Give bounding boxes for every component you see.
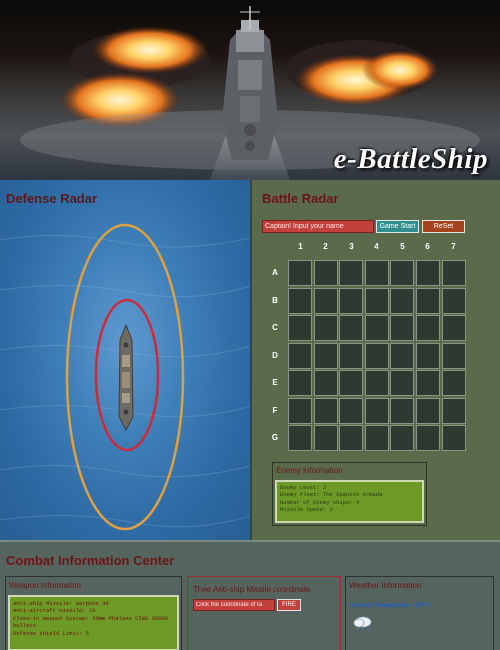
weapon-information-title: Weapon Information: [9, 581, 81, 590]
grid-cell-E5[interactable]: [390, 370, 415, 396]
weather-information-title: Weather Information: [349, 581, 422, 590]
grid-row-label: B: [272, 296, 278, 305]
grid-column-label: 4: [374, 242, 379, 251]
grid-cell-E2[interactable]: [313, 370, 338, 396]
grid-cell-D2[interactable]: [313, 342, 338, 369]
grid-cell-F7[interactable]: [441, 397, 466, 424]
current-temperature: Current Temperature: -4.0°C: [350, 603, 430, 609]
weapon-info-line: bullets: [13, 622, 37, 630]
grid-cell-C6[interactable]: [416, 315, 440, 341]
combat-information-center: Combat Information Center Weapon Informa…: [0, 540, 500, 650]
grid-cell-F1[interactable]: [288, 397, 312, 424]
grid-cell-D1[interactable]: [288, 342, 312, 369]
enemy-information-title: Enemy information: [276, 466, 343, 475]
defense-radar-display: [0, 223, 250, 531]
grid-cell-F2[interactable]: [313, 397, 338, 424]
header-banner: e-BattleShip: [0, 0, 500, 180]
grid-cell-B2[interactable]: [313, 287, 338, 314]
reset-button[interactable]: ReSet: [422, 220, 465, 233]
enemy-info-line: Number of Enemy ships: 4: [280, 498, 360, 506]
missile-coordinate-panel: Thee Anti-ship Missile coordinate FIRE: [187, 576, 341, 650]
weapon-information-panel: Weapon Information Anti-ship Missile: Ha…: [5, 576, 182, 650]
enemy-info-line: Enemy Level: 2: [280, 484, 327, 491]
grid-row-label: A: [272, 268, 278, 277]
grid-row-label: E: [272, 378, 278, 387]
grid-cell-A5[interactable]: [390, 260, 415, 286]
weapon-info-line: Anti-aircraft missile: 20: [13, 607, 96, 615]
weapon-info-line: Defense shield Limit: 5: [13, 629, 89, 637]
missile-coordinate-input[interactable]: [193, 599, 275, 611]
grid-cell-B7[interactable]: [441, 287, 466, 314]
cic-title: Combat Information Center: [6, 553, 175, 568]
enemy-information-text: Enemy Level: 2 Enemy Fleet: The Spanish …: [275, 480, 424, 523]
weapon-information-text: Anti-ship Missile: Harpoon 30 Anti-aircr…: [8, 595, 179, 650]
own-battleship-icon: [118, 323, 134, 432]
grid-row-label: C: [272, 323, 278, 332]
grid-cell-E1[interactable]: [288, 370, 312, 396]
game-title: e-BattleShip: [333, 143, 488, 175]
grid-cell-A6[interactable]: [416, 260, 440, 286]
grid-cell-A1[interactable]: [288, 260, 312, 286]
grid-cell-D4[interactable]: [364, 342, 389, 369]
grid-column-label: 1: [298, 242, 303, 251]
grid-cell-D6[interactable]: [416, 342, 440, 369]
grid-cell-C4[interactable]: [364, 315, 389, 341]
weather-information-panel: Weather Information Current Temperature:…: [345, 576, 494, 650]
grid-cell-G5[interactable]: [390, 425, 415, 451]
grid-cell-C2[interactable]: [313, 315, 338, 341]
grid-cell-G3[interactable]: [339, 425, 364, 451]
enemy-information-panel: Enemy information Enemy Level: 2 Enemy F…: [272, 462, 427, 526]
captain-name-input[interactable]: [262, 220, 374, 233]
grid-cell-F3[interactable]: [339, 397, 364, 424]
grid-cell-E4[interactable]: [364, 370, 389, 396]
grid-cell-F4[interactable]: [364, 397, 389, 424]
grid-cell-B3[interactable]: [339, 287, 364, 314]
grid-column-label: 7: [451, 242, 456, 251]
grid-column-label: 6: [425, 242, 430, 251]
grid-cell-D5[interactable]: [390, 342, 415, 369]
missile-coordinate-title: Thee Anti-ship Missile coordinate: [193, 585, 311, 594]
battle-radar-panel: Battle Radar Game Start ReSet 1 2 3 4 5 …: [250, 180, 500, 540]
defense-radar-panel: Defense Radar: [0, 180, 250, 540]
grid-cell-A2[interactable]: [313, 260, 338, 286]
enemy-info-line: Missile Speed: 3: [280, 506, 333, 514]
grid-cell-C1[interactable]: [288, 315, 312, 341]
grid-cell-D3[interactable]: [339, 342, 364, 369]
grid-cell-B5[interactable]: [390, 287, 415, 314]
weapon-info-line: Anti-ship Missile: Harpoon 30: [13, 600, 109, 607]
grid-cell-E3[interactable]: [339, 370, 364, 396]
grid-row-label: F: [272, 406, 278, 415]
grid-cell-F6[interactable]: [416, 397, 440, 424]
game-start-button[interactable]: Game Start: [376, 220, 419, 233]
grid-cell-G4[interactable]: [364, 425, 389, 451]
grid-cell-G1[interactable]: [288, 425, 312, 451]
grid-column-label: 3: [349, 242, 354, 251]
weapon-info-line: Close-in Weapon System: 20mm Phalanx CIW…: [13, 614, 169, 622]
grid-cell-G6[interactable]: [416, 425, 440, 451]
grid-row-label: G: [271, 433, 279, 442]
grid-cell-C7[interactable]: [441, 315, 466, 341]
grid-cell-G7[interactable]: [441, 425, 466, 451]
fire-button[interactable]: FIRE: [277, 599, 301, 611]
grid-cell-A4[interactable]: [364, 260, 389, 286]
grid-cell-F5[interactable]: [390, 397, 415, 424]
grid-cell-B4[interactable]: [364, 287, 389, 314]
grid-cell-A7[interactable]: [441, 260, 466, 286]
grid-cell-E6[interactable]: [416, 370, 440, 396]
grid-column-label: 5: [400, 242, 405, 251]
snow-cloud-icon: [353, 616, 372, 630]
defense-radar-title: Defense Radar: [6, 191, 98, 206]
grid-cell-B1[interactable]: [288, 287, 312, 314]
grid-column-label: 2: [323, 242, 328, 251]
grid-cell-D7[interactable]: [441, 342, 466, 369]
grid-cell-C5[interactable]: [390, 315, 415, 341]
battle-radar-title: Battle Radar: [262, 191, 339, 206]
grid-cell-E7[interactable]: [441, 370, 466, 396]
grid-cell-B6[interactable]: [416, 287, 440, 314]
grid-row-label: D: [272, 351, 278, 360]
enemy-info-line: Enemy Fleet: The Spanish Armada: [280, 491, 383, 499]
grid-cell-A3[interactable]: [339, 260, 364, 286]
grid-cell-C3[interactable]: [339, 315, 364, 341]
grid-cell-G2[interactable]: [313, 425, 338, 451]
